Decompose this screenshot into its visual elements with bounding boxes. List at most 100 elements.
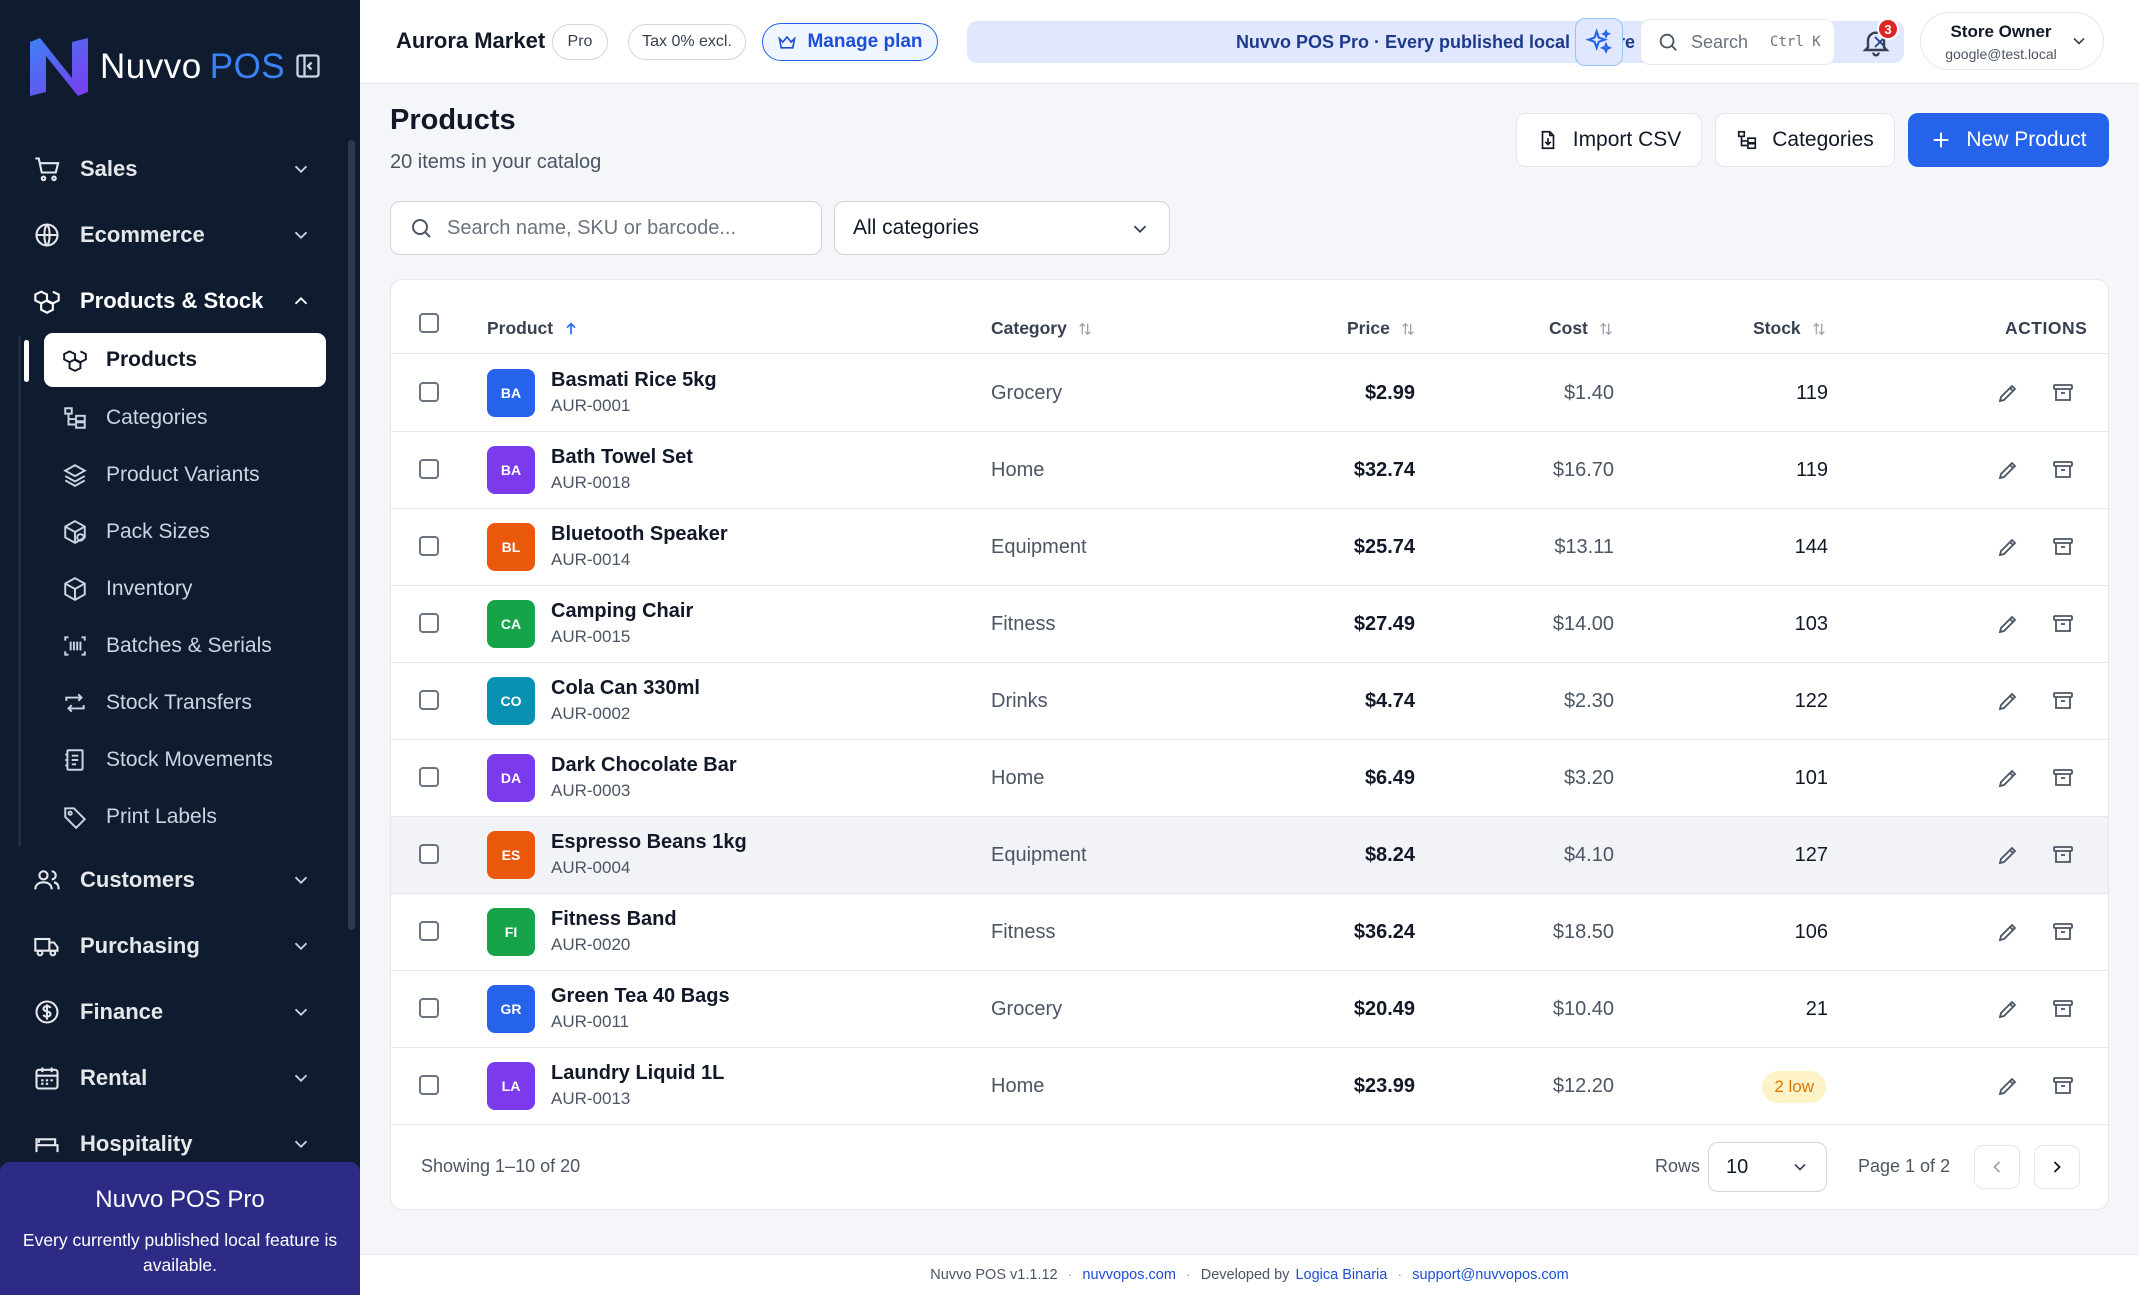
edit-pencil-icon[interactable] [1996,381,2020,405]
product-name[interactable]: Basmati Rice 5kg [551,369,717,392]
tax-badge[interactable]: Tax 0% excl. [628,24,746,60]
column-header-stock[interactable]: Stock [1753,318,1827,339]
rows-per-page-select[interactable]: 10 [1708,1142,1827,1192]
nav-group-rental[interactable]: Rental [32,1053,312,1103]
tag-icon [64,807,87,830]
table-row[interactable]: BA Basmati Rice 5kg AUR-0001 Grocery $2.… [391,355,2108,432]
sidebar-item-inventory[interactable]: Inventory [44,562,326,616]
archive-icon[interactable] [2051,381,2075,405]
sidebar-collapse-icon[interactable] [294,52,322,80]
sidebar-item-pack-sizes[interactable]: Pack Sizes [44,505,326,559]
edit-pencil-icon[interactable] [1996,458,2020,482]
sidebar-scrollbar[interactable] [348,140,355,930]
edit-pencil-icon[interactable] [1996,535,2020,559]
table-row[interactable]: BA Bath Towel Set AUR-0018 Home $32.74 $… [391,432,2108,509]
table-row[interactable]: ES Espresso Beans 1kg AUR-0004 Equipment… [391,817,2108,894]
edit-pencil-icon[interactable] [1996,1074,2020,1098]
edit-pencil-icon[interactable] [1996,689,2020,713]
category-filter-select[interactable]: All categories [834,201,1170,255]
column-header-price[interactable]: Price [1347,318,1416,339]
product-name[interactable]: Bluetooth Speaker [551,523,728,546]
edit-pencil-icon[interactable] [1996,766,2020,790]
brand-logo[interactable]: Nuvvo POS [26,32,326,102]
crown-icon [778,35,797,49]
nav-group-finance[interactable]: Finance [32,987,312,1037]
archive-icon[interactable] [2051,920,2075,944]
row-checkbox[interactable] [419,690,439,710]
sidebar-item-products[interactable]: Products [44,333,326,387]
product-name[interactable]: Cola Can 330ml [551,677,700,700]
category-filter-value: All categories [853,216,980,239]
archive-icon[interactable] [2051,458,2075,482]
nav-group-purchasing[interactable]: Purchasing [32,921,312,971]
table-row[interactable]: GR Green Tea 40 Bags AUR-0011 Grocery $2… [391,971,2108,1048]
archive-icon[interactable] [2051,1074,2075,1098]
product-category: Grocery [991,382,1063,404]
global-search-button[interactable]: Search Ctrl K [1640,19,1835,65]
column-header-product[interactable]: Product [487,318,579,339]
support-email-link[interactable]: support@nuvvopos.com [1412,1267,1569,1283]
edit-pencil-icon[interactable] [1996,843,2020,867]
next-page-button[interactable] [2034,1145,2080,1189]
product-name[interactable]: Laundry Liquid 1L [551,1062,724,1085]
column-header-category[interactable]: Category [991,318,1093,339]
transfer-icon [65,693,85,713]
product-name[interactable]: Fitness Band [551,908,677,931]
archive-icon[interactable] [2051,766,2075,790]
table-row[interactable]: FI Fitness Band AUR-0020 Fitness $36.24 … [391,894,2108,971]
archive-icon[interactable] [2051,612,2075,636]
column-header-cost[interactable]: Cost [1549,318,1614,339]
archive-icon[interactable] [2051,689,2075,713]
archive-icon[interactable] [2051,843,2075,867]
sidebar-item-stock-transfers[interactable]: Stock Transfers [44,676,326,730]
row-checkbox[interactable] [419,998,439,1018]
product-name[interactable]: Camping Chair [551,600,693,623]
user-menu-button[interactable]: Store Owner google@test.local [1920,12,2104,70]
edit-pencil-icon[interactable] [1996,920,2020,944]
sidebar-item-categories[interactable]: Categories [44,391,326,445]
sidebar-item-product-variants[interactable]: Product Variants [44,448,326,502]
nav-group-customers[interactable]: Customers [32,855,312,905]
ai-assistant-button[interactable] [1575,18,1623,66]
table-row[interactable]: BL Bluetooth Speaker AUR-0014 Equipment … [391,509,2108,586]
nav-group-sales[interactable]: Sales [32,144,312,194]
edit-pencil-icon[interactable] [1996,612,2020,636]
table-row[interactable]: DA Dark Chocolate Bar AUR-0003 Home $6.4… [391,740,2108,817]
row-checkbox[interactable] [419,767,439,787]
developer-link[interactable]: Logica Binaria [1295,1267,1387,1283]
sidebar-item-batches-serials[interactable]: Batches & Serials [44,619,326,673]
store-name[interactable]: Aurora Market [396,28,545,54]
previous-page-button[interactable] [1974,1145,2020,1189]
import-csv-button[interactable]: Import CSV [1516,113,1702,167]
row-checkbox[interactable] [419,382,439,402]
nav-group-ecommerce[interactable]: Ecommerce [32,210,312,260]
row-checkbox[interactable] [419,844,439,864]
new-product-button[interactable]: New Product [1908,113,2109,167]
row-checkbox[interactable] [419,536,439,556]
product-name[interactable]: Bath Towel Set [551,446,693,469]
sidebar-item-print-labels[interactable]: Print Labels [44,790,326,844]
sidebar-item-stock-movements[interactable]: Stock Movements [44,733,326,787]
table-row[interactable]: CO Cola Can 330ml AUR-0002 Drinks $4.74 … [391,663,2108,740]
table-row[interactable]: CA Camping Chair AUR-0015 Fitness $27.49… [391,586,2108,663]
sort-icon [1402,322,1414,335]
archive-icon[interactable] [2051,997,2075,1021]
website-link[interactable]: nuvvopos.com [1082,1267,1176,1283]
archive-icon[interactable] [2051,535,2075,559]
manage-plan-button[interactable]: Manage plan [762,23,938,61]
dollar-circle-icon [35,1000,59,1024]
product-name[interactable]: Dark Chocolate Bar [551,754,737,777]
select-all-checkbox[interactable] [419,313,439,333]
product-search-input[interactable] [447,216,807,240]
nav-group-products-stock[interactable]: Products & Stock [32,276,312,326]
product-name[interactable]: Green Tea 40 Bags [551,985,730,1008]
product-name[interactable]: Espresso Beans 1kg [551,831,747,854]
row-checkbox[interactable] [419,459,439,479]
categories-button[interactable]: Categories [1715,113,1895,167]
table-row[interactable]: LA Laundry Liquid 1L AUR-0013 Home $23.9… [391,1048,2108,1125]
row-checkbox[interactable] [419,613,439,633]
sort-icon [1600,322,1612,335]
edit-pencil-icon[interactable] [1996,997,2020,1021]
row-checkbox[interactable] [419,1075,439,1095]
row-checkbox[interactable] [419,921,439,941]
